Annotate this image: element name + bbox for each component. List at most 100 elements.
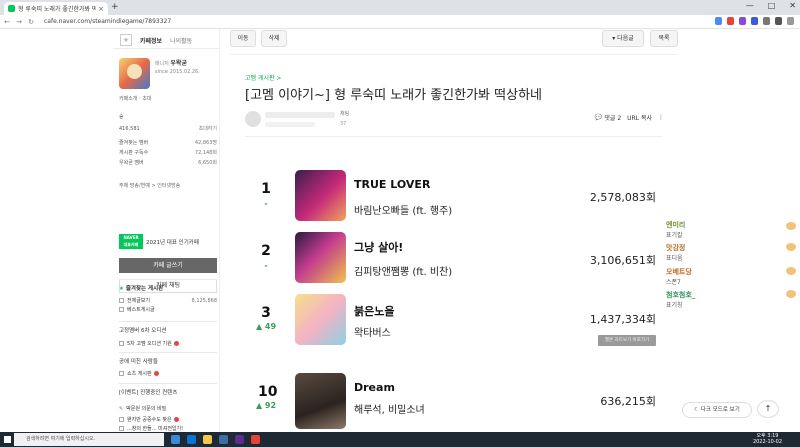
new-tab-icon[interactable]: +: [111, 2, 119, 12]
write-post-button[interactable]: 카페 글쓰기: [119, 258, 217, 273]
chart-row: 3 ▲ 49 붉은노을 왁타버스 1,437,334회 멜론 차트보기 바로가기: [230, 294, 678, 356]
comment-icon: 💬: [594, 114, 603, 121]
minimize-icon[interactable]: —: [746, 1, 754, 10]
browser-tab[interactable]: 형 루숙띠 노래가 좋긴한가봐 떡... ×: [4, 2, 108, 15]
board-item[interactable]: 쇼츠 게시판: [119, 370, 217, 377]
taskbar-clock[interactable]: 오후 3:19 2022-10-02: [753, 433, 782, 445]
board-item[interactable]: 왠지만 공중수도 찾은: [119, 416, 217, 423]
next-post-button[interactable]: ▾ 다음글: [602, 30, 644, 47]
chart-song: 붉은노을: [354, 305, 395, 318]
cafe-intro-link[interactable]: 카페소개 · 초대: [119, 95, 151, 102]
sidebar-tabs: ★ 카페정보 나의활동: [113, 32, 220, 49]
more-icon[interactable]: ⋮: [658, 114, 664, 121]
stat-row: 즐겨찾는 멤버 42,863명: [119, 140, 217, 146]
board-section[interactable]: [이벤트] 진행중인 컨텐츠: [119, 383, 217, 396]
extension-icon[interactable]: [715, 17, 722, 25]
cafe-since: since 2015.02.26.: [155, 69, 200, 75]
extension-icon[interactable]: [727, 17, 734, 25]
taskbar-search[interactable]: 검색하려면 여기에 입력하십시오.: [14, 433, 164, 446]
board-item[interactable]: ✎ 박문원 의문의 비밀: [119, 405, 217, 413]
board-item[interactable]: 5차 고멤 오디션 기원: [119, 340, 217, 347]
tab-cafe-info[interactable]: 카페정보: [140, 36, 162, 45]
close-window-icon[interactable]: ✕: [789, 1, 796, 10]
board-item[interactable]: ...창의 한들... 미셔전입기!: [119, 425, 217, 432]
explorer-icon[interactable]: [203, 435, 212, 444]
stat-row: 우왁굳 멤버 6,650회: [119, 160, 217, 166]
browser-tabbar: 형 루숙띠 노래가 좋긴한가봐 떡... × + — □ ✕: [0, 0, 800, 15]
chart-song: TRUE LOVER: [354, 178, 431, 191]
chart-change: ▲ 92: [255, 401, 277, 410]
url-field[interactable]: cafe.naver.com/steamindiegame/7893327: [44, 18, 171, 25]
url-copy-button[interactable]: URL 복사: [627, 113, 652, 122]
chart-plays: 2,578,083회: [589, 191, 656, 204]
chat-username: 엔미리: [666, 221, 686, 229]
board-item[interactable]: 베스트게시글: [119, 306, 217, 313]
board-section[interactable]: 공에 미친 사람들: [119, 352, 217, 365]
close-tab-icon[interactable]: ×: [98, 5, 104, 13]
forward-icon[interactable]: →: [14, 18, 24, 26]
address-bar: ← → ↻ cafe.naver.com/steamindiegame/7893…: [0, 15, 800, 29]
extensions: [715, 17, 794, 25]
stat-row: 게시판 구독수 72,148회: [119, 150, 217, 156]
scroll-top-button[interactable]: ↑: [757, 400, 779, 418]
album-cover: [295, 170, 346, 221]
author-avatar[interactable]: [245, 111, 261, 127]
maximize-icon[interactable]: □: [768, 1, 776, 10]
member-count: 416,581: [119, 126, 140, 132]
extension-icon[interactable]: [751, 17, 758, 25]
extension-icon[interactable]: [763, 17, 770, 25]
edge-icon[interactable]: [187, 435, 196, 444]
tab-title: 형 루숙띠 노래가 좋긴한가봐 떡...: [18, 6, 97, 13]
chat-message: 표기칼: [666, 232, 683, 239]
chart-rank: 2: [261, 243, 271, 259]
fav-boards-title: ★ 즐겨찾는 게시판: [119, 279, 217, 292]
cafe-sidebar: ★ 카페정보 나의활동 매니저 우왁굳 since 2015.02.26. 카페…: [113, 29, 220, 432]
delete-button[interactable]: 삭제: [261, 30, 287, 47]
window-controls: — □ ✕: [746, 1, 796, 10]
menu-icon[interactable]: [787, 17, 794, 25]
vs-icon[interactable]: [235, 435, 244, 444]
move-button[interactable]: 이동: [230, 30, 256, 47]
chart-song: 그냥 살아!: [354, 241, 404, 254]
taskview-icon[interactable]: [171, 435, 180, 444]
list-button[interactable]: 목록: [650, 30, 678, 47]
back-icon[interactable]: ←: [2, 18, 12, 26]
extension-icon[interactable]: [775, 17, 782, 25]
chart-change: ▲ 49: [255, 322, 277, 331]
board-item[interactable]: 전체글보기 8,125,868: [119, 297, 217, 304]
store-icon[interactable]: [219, 435, 228, 444]
chat-username: 오베트당: [666, 268, 692, 276]
comments-link[interactable]: 💬 댓글 2: [595, 113, 621, 122]
divider: [245, 136, 663, 137]
album-cover: [295, 373, 346, 429]
badge-text: 2021년 대표 인기카페: [146, 240, 199, 246]
chart-artist: 김피탕앤쨈뽕 (ft. 비찬): [354, 267, 453, 278]
melon-chart-chip[interactable]: 멜론 차트보기 바로가기: [598, 335, 656, 346]
cafe-theme: 주제 방송/연예 > 인터넷방송: [119, 183, 181, 189]
chart-plays: 1,437,334회: [589, 313, 656, 326]
chat-message: 표기칭: [666, 302, 683, 309]
star-icon[interactable]: ★: [120, 34, 132, 46]
chrome-icon[interactable]: [251, 435, 260, 444]
cafe-logo: [119, 58, 150, 89]
chat-message: 표디움: [666, 255, 683, 262]
chart-plays: 636,215회: [600, 395, 656, 408]
chat-message: 스폰7: [666, 279, 681, 286]
chart-row: 10 ▲ 92 Dream 해루석, 비밀소녀 636,215회: [230, 373, 678, 435]
cafe-name: 우왁굳: [170, 60, 187, 67]
extension-icon[interactable]: [739, 17, 746, 25]
dark-mode-button[interactable]: ☾ 다크 모드로 보기: [682, 402, 752, 418]
board-section[interactable]: 고정멤버 6차 오디션: [119, 321, 217, 334]
reload-icon[interactable]: ↻: [26, 18, 36, 26]
emote-icon: [786, 243, 796, 251]
article-date: 37: [340, 121, 347, 127]
windows-taskbar: 검색하려면 여기에 입력하십시오. 오후 3:19 2022-10-02: [0, 432, 800, 447]
board-link[interactable]: 고멤 게시판 >: [245, 73, 281, 82]
album-cover: [295, 232, 346, 283]
author-chat-tag[interactable]: 채팅: [340, 110, 349, 117]
emote-icon: [786, 290, 796, 298]
emote-icon: [786, 267, 796, 275]
start-icon[interactable]: [0, 432, 14, 447]
invite-link[interactable]: 초대하기: [199, 125, 217, 133]
tab-my-activity[interactable]: 나의활동: [170, 36, 192, 45]
